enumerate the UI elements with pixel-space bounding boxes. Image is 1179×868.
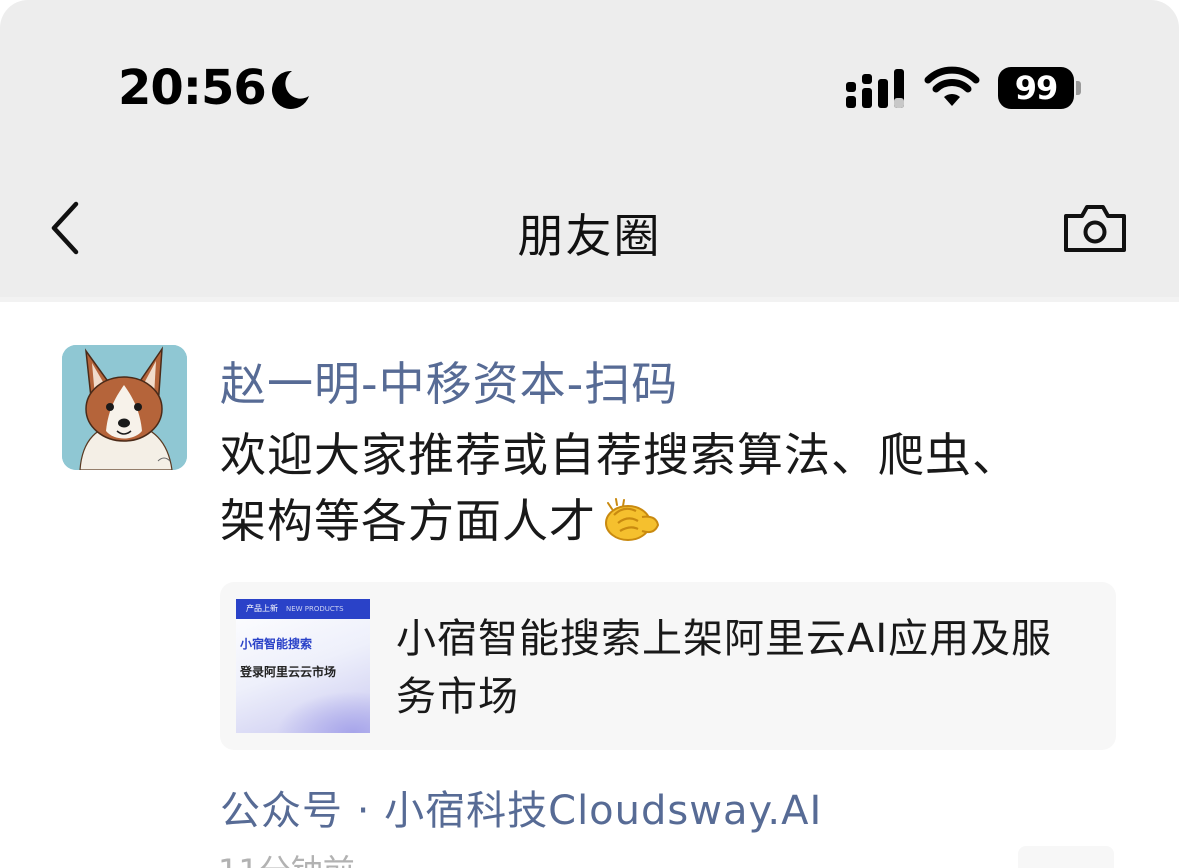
battery-level: 99 (998, 67, 1074, 109)
thumbnail-decoration (276, 691, 370, 733)
cellular-signal-icon (846, 69, 904, 108)
article-title-line: 务市场 (396, 674, 519, 720)
page-title: 朋友圈 (517, 209, 662, 263)
thumbnail-badge-text: 产品上新 (246, 604, 278, 613)
article-link-card[interactable]: 产品上新 NEW PRODUCTS 小宿智能搜索 登录阿里云云市场 小宿智能搜索上… (220, 582, 1116, 750)
status-time: 20:56 (118, 60, 267, 116)
source-account-link[interactable]: 公众号 · 小宿科技Cloudsway.AI (220, 778, 822, 836)
post-text-line: 架构等各方面人才 (220, 494, 596, 548)
thumbnail-badge: 产品上新 NEW PRODUCTS (236, 599, 370, 619)
article-title: 小宿智能搜索上架阿里云AI应用及服 务市场 (396, 610, 1086, 726)
article-title-line: 小宿智能搜索上架阿里云AI应用及服 (396, 616, 1053, 662)
article-thumbnail: 产品上新 NEW PRODUCTS 小宿智能搜索 登录阿里云云市场 (236, 599, 370, 733)
post-timestamp: 11分钟前 (218, 846, 355, 868)
post-text: 欢迎大家推荐或自荐搜索算法、爬虫、 架构等各方面人才 (220, 422, 1120, 554)
nav-divider (0, 297, 1179, 302)
clapping-hand-emoji-icon (605, 498, 660, 541)
post-text-line-2: 架构等各方面人才 (220, 488, 1120, 554)
more-actions-button[interactable] (1018, 846, 1114, 868)
thumbnail-badge-en: NEW PRODUCTS (286, 605, 344, 613)
wifi-icon (924, 66, 980, 106)
post-text-line: 欢迎大家推荐或自荐搜索算法、爬虫、 (220, 428, 1019, 482)
battery-indicator: 99 (998, 67, 1082, 109)
wechat-moments-screen: 20:56 99 朋友圈 赵一明-中移资本-扫码 欢迎大家推荐或自荐搜索算法、爬… (0, 0, 1179, 868)
battery-tip (1076, 81, 1081, 95)
moon-icon (271, 70, 309, 109)
author-name[interactable]: 赵一明-中移资本-扫码 (220, 348, 678, 414)
corgi-avatar-image (62, 345, 187, 470)
camera-icon[interactable] (1062, 202, 1128, 254)
thumbnail-subheadline: 登录阿里云云市场 (240, 665, 337, 679)
thumbnail-headline: 小宿智能搜索 (240, 637, 313, 651)
avatar[interactable] (62, 345, 187, 470)
top-bar: 20:56 99 朋友圈 (0, 0, 1179, 297)
